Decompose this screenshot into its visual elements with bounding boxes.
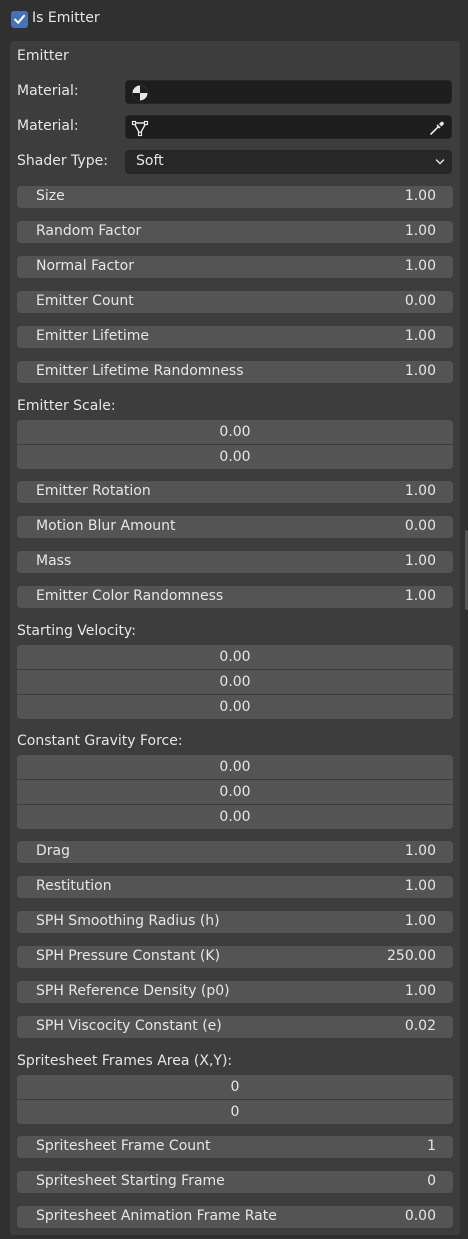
emitter-rotation-value: 1.00 [404,483,436,499]
normal-factor-field[interactable]: Normal Factor 1.00 [17,256,453,278]
sph-reference-density-value: 1.00 [404,983,436,999]
starting-velocity-y[interactable]: 0.00 [17,670,453,695]
spritesheet-starting-frame-label: Spritesheet Starting Frame [36,1173,225,1189]
sph-viscosity-constant-field[interactable]: SPH Viscocity Constant (e) 0.02 [17,1016,453,1038]
gravity-force-x[interactable]: 0.00 [17,755,453,780]
gravity-force-y[interactable]: 0.00 [17,780,453,805]
spritesheet-starting-frame-field[interactable]: Spritesheet Starting Frame 0 [17,1171,453,1193]
emitter-color-randomness-field[interactable]: Emitter Color Randomness 1.00 [17,586,453,608]
gravity-force-z[interactable]: 0.00 [17,805,453,829]
random-factor-value: 1.00 [404,223,436,239]
spritesheet-frame-rate-field[interactable]: Spritesheet Animation Frame Rate 0.00 [17,1206,453,1228]
is-emitter-row: Is Emitter [0,0,468,38]
starting-velocity-vector: 0.00 0.00 0.00 [17,645,453,719]
random-factor-label: Random Factor [36,223,142,239]
drag-field[interactable]: Drag 1.00 [17,841,453,863]
drag-label: Drag [36,843,71,859]
is-emitter-checkbox[interactable] [11,11,28,28]
emitter-lifetime-label: Emitter Lifetime [36,328,150,344]
shader-type-dropdown[interactable]: Soft [125,150,452,174]
emitter-lifetime-value: 1.00 [404,328,436,344]
shader-type-value: Soft [136,153,164,169]
sph-pressure-constant-value: 250.00 [387,948,436,964]
spritesheet-frame-count-field[interactable]: Spritesheet Frame Count 1 [17,1136,453,1158]
sph-smoothing-radius-label: SPH Smoothing Radius (h) [36,913,220,929]
emitter-rotation-label: Emitter Rotation [36,483,151,499]
emitter-scale-x[interactable]: 0.00 [17,420,453,445]
mass-field[interactable]: Mass 1.00 [17,551,453,573]
starting-velocity-label: Starting Velocity: [17,623,136,639]
restitution-field[interactable]: Restitution 1.00 [17,876,453,898]
size-label: Size [36,188,65,204]
emitter-scale-y[interactable]: 0.00 [17,445,453,469]
shader-type-label: Shader Type: [17,153,108,169]
material-label: Material: [17,83,79,99]
sph-smoothing-radius-value: 1.00 [404,913,436,929]
gravity-force-vector: 0.00 0.00 0.00 [17,755,453,829]
drag-value: 1.00 [404,843,436,859]
material-2-field[interactable] [125,115,452,139]
size-field[interactable]: Size 1.00 [17,186,453,208]
starting-velocity-z[interactable]: 0.00 [17,695,453,719]
motion-blur-amount-label: Motion Blur Amount [36,518,176,534]
sph-reference-density-field[interactable]: SPH Reference Density (p0) 1.00 [17,981,453,1003]
sph-viscosity-constant-label: SPH Viscocity Constant (e) [36,1018,222,1034]
sph-pressure-constant-label: SPH Pressure Constant (K) [36,948,221,964]
spritesheet-frames-area-vector: 0 0 [17,1075,453,1124]
spritesheet-frame-count-value: 1 [427,1138,436,1154]
emitter-count-field[interactable]: Emitter Count 0.00 [17,291,453,313]
spritesheet-frames-area-x[interactable]: 0 [17,1075,453,1100]
sph-viscosity-constant-value: 0.02 [404,1018,436,1034]
restitution-label: Restitution [36,878,112,894]
chevron-down-icon [435,159,445,165]
motion-blur-amount-field[interactable]: Motion Blur Amount 0.00 [17,516,453,538]
mass-value: 1.00 [404,553,436,569]
spritesheet-frames-area-label: Spritesheet Frames Area (X,Y): [17,1053,233,1069]
starting-velocity-x[interactable]: 0.00 [17,645,453,670]
restitution-value: 1.00 [404,878,436,894]
random-factor-field[interactable]: Random Factor 1.00 [17,221,453,243]
material-2-label: Material: [17,118,79,134]
emitter-count-label: Emitter Count [36,293,134,309]
eyedropper-icon[interactable] [428,119,446,137]
is-emitter-label: Is Emitter [32,10,100,26]
normal-factor-value: 1.00 [404,258,436,274]
spritesheet-frame-rate-label: Spritesheet Animation Frame Rate [36,1208,277,1224]
spritesheet-starting-frame-value: 0 [427,1173,436,1189]
spritesheet-frames-area-y[interactable]: 0 [17,1100,453,1124]
sph-pressure-constant-field[interactable]: SPH Pressure Constant (K) 250.00 [17,946,453,968]
emitter-color-randomness-label: Emitter Color Randomness [36,588,224,604]
spritesheet-frame-count-label: Spritesheet Frame Count [36,1138,211,1154]
size-value: 1.00 [404,188,436,204]
emitter-color-randomness-value: 1.00 [404,588,436,604]
emitter-scale-label: Emitter Scale: [17,398,116,414]
emitter-lifetime-randomness-label: Emitter Lifetime Randomness [36,363,244,379]
gravity-force-label: Constant Gravity Force: [17,733,183,749]
emitter-lifetime-field[interactable]: Emitter Lifetime 1.00 [17,326,453,348]
sph-reference-density-label: SPH Reference Density (p0) [36,983,230,999]
spritesheet-frame-rate-value: 0.00 [404,1208,436,1224]
emitter-lifetime-randomness-field[interactable]: Emitter Lifetime Randomness 1.00 [17,361,453,383]
mass-label: Mass [36,553,72,569]
motion-blur-amount-value: 0.00 [404,518,436,534]
material-sphere-icon [132,85,148,101]
node-group-icon [131,120,149,137]
normal-factor-label: Normal Factor [36,258,134,274]
emitter-count-value: 0.00 [404,293,436,309]
emitter-lifetime-randomness-value: 1.00 [404,363,436,379]
panel-title: Emitter [17,48,69,64]
checkmark-icon [14,14,25,24]
sph-smoothing-radius-field[interactable]: SPH Smoothing Radius (h) 1.00 [17,911,453,933]
emitter-scale-vector: 0.00 0.00 [17,420,453,469]
material-field[interactable] [125,80,452,104]
emitter-rotation-field[interactable]: Emitter Rotation 1.00 [17,481,453,503]
